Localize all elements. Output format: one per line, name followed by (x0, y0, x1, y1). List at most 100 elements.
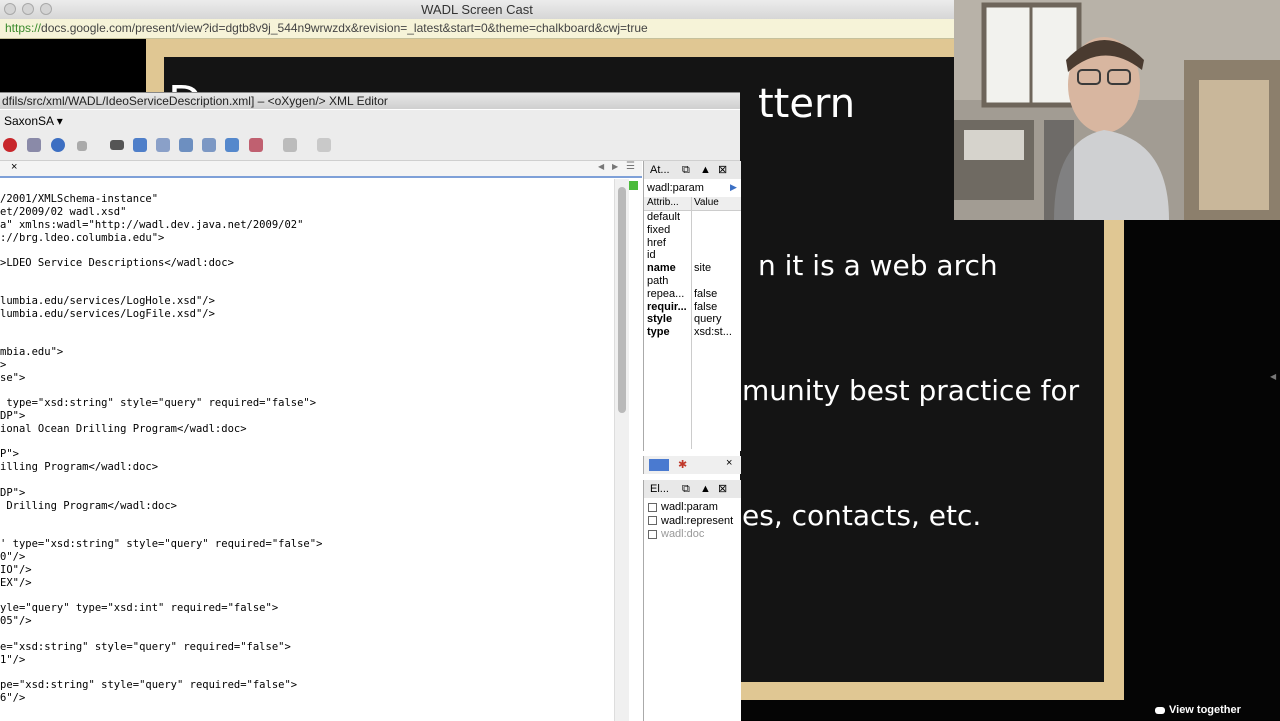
float-panel-icon[interactable]: ⧉ (682, 161, 690, 179)
url-text[interactable]: https://docs.google.com/present/view?id=… (5, 21, 648, 35)
code-line[interactable]: >LDEO Service Descriptions</wadl:doc> (0, 257, 234, 269)
code-line[interactable]: Drilling Program</wadl:doc> (0, 500, 177, 512)
code-line[interactable]: mbia.edu"> (0, 346, 63, 358)
tools-icon[interactable] (317, 138, 331, 152)
value-col-header[interactable]: Value (694, 197, 719, 208)
code-line[interactable]: > (0, 359, 6, 371)
debug-run-icon[interactable] (51, 138, 65, 152)
attribute-row[interactable]: fixed (644, 224, 741, 237)
code-line[interactable]: se"> (0, 372, 25, 384)
attribute-value[interactable]: xsd:st... (694, 326, 732, 338)
stop-icon[interactable] (249, 138, 263, 152)
refresh-icon[interactable] (225, 138, 239, 152)
validate-icon[interactable] (133, 138, 147, 152)
view-together-button[interactable]: View together (1155, 704, 1241, 716)
pin-panel-icon[interactable]: ▲ (700, 161, 711, 179)
code-line[interactable]: ://brg.ldeo.columbia.edu"> (0, 232, 164, 244)
attributes-table-header: Attrib... Value (644, 197, 741, 211)
url-path: docs.google.com/present/view?id=dgtb8v9j… (41, 21, 648, 35)
address-bar[interactable]: https://docs.google.com/present/view?id=… (0, 19, 954, 39)
attribute-value[interactable]: query (694, 313, 722, 325)
element-list-item[interactable]: wadl:represent (648, 515, 733, 527)
element-label: wadl:doc (661, 528, 705, 540)
attribute-row[interactable]: repea... false (644, 288, 741, 301)
tab-next-icon[interactable]: ▶ (612, 162, 618, 171)
code-line[interactable]: lumbia.edu/services/LogFile.xsd"/> (0, 308, 215, 320)
format-indent-icon[interactable] (110, 140, 124, 150)
code-line[interactable]: lumbia.edu/services/LogHole.xsd"/> (0, 295, 215, 307)
attribute-row[interactable]: name site (644, 262, 741, 275)
code-line[interactable]: 0"/> (0, 551, 25, 563)
attribute-row[interactable]: type xsd:st... (644, 326, 741, 339)
code-line[interactable]: e="xsd:string" style="query" required="f… (0, 641, 291, 653)
attributes-panel-header: At... ⧉ ▲ ⊠ (644, 161, 741, 179)
element-icon (648, 502, 657, 512)
run-transform-icon[interactable] (3, 138, 17, 152)
attribute-value[interactable]: false (694, 288, 717, 300)
elements-panel: El... ⧉ ▲ ⊠ wadl:param wadl:represent wadl… (643, 480, 741, 721)
scroll-arrow-icon[interactable]: ◀ (1270, 372, 1276, 381)
attribute-row[interactable]: default (644, 211, 741, 224)
close-strip-icon[interactable]: × (726, 457, 732, 469)
code-line[interactable]: /2001/XMLSchema-instance" (0, 193, 158, 205)
panel-tab-strip: ✱ × (643, 456, 741, 474)
element-list-item[interactable]: wadl:doc (648, 528, 704, 540)
attribute-value[interactable]: false (694, 301, 717, 313)
transform-scenario-select[interactable]: SaxonSA ▾ (4, 110, 63, 132)
code-line[interactable]: IO"/> (0, 564, 32, 576)
attribute-value[interactable]: site (694, 262, 711, 274)
xml-code-area[interactable]: /2001/XMLSchema-instance" et/2009/02 wadl… (0, 179, 614, 721)
editor-title: dfils/src/xml/WADL/IdeoServiceDescriptio… (0, 93, 740, 109)
attr-col-header[interactable]: Attrib... (647, 197, 679, 208)
tab-list-icon[interactable]: ☰ (626, 161, 635, 172)
configure-scenario-icon[interactable] (27, 138, 41, 152)
outline-icon[interactable]: ✱ (678, 458, 687, 471)
url-scheme: https:// (5, 21, 42, 35)
attribute-row[interactable]: href (644, 237, 741, 250)
editor-tab-row: × ◀ ▶ ☰ (0, 161, 642, 178)
attribute-row[interactable]: style query (644, 313, 741, 326)
code-line[interactable]: a" xmlns:wadl="http://wadl.dev.java.net/… (0, 219, 303, 231)
code-line[interactable]: type="xsd:string" style="query" required… (0, 397, 316, 409)
close-elements-icon[interactable]: ⊠ (718, 480, 727, 498)
code-line[interactable]: P"> (0, 448, 19, 460)
code-line[interactable]: 05"/> (0, 615, 32, 627)
code-line[interactable]: pe="xsd:string" style="query" required="… (0, 679, 297, 691)
float-elements-icon[interactable]: ⧉ (682, 480, 690, 498)
close-panel-icon[interactable]: ⊠ (718, 161, 727, 179)
slide-bullet-2: munity best practice for (742, 374, 1080, 407)
expand-arrow-icon[interactable]: ▶ (730, 182, 737, 193)
code-line[interactable]: DP"> (0, 487, 25, 499)
attribute-row[interactable]: path (644, 275, 741, 288)
code-line[interactable]: DP"> (0, 410, 25, 422)
schema-icon[interactable] (179, 138, 193, 152)
comment-icon[interactable] (283, 138, 297, 152)
element-icon (648, 516, 657, 526)
code-line[interactable]: 1"/> (0, 654, 25, 666)
code-line[interactable]: EX"/> (0, 577, 32, 589)
elements-panel-header: El... ⧉ ▲ ⊠ (644, 480, 741, 498)
editor-vertical-scrollbar[interactable] (614, 179, 629, 721)
code-line[interactable]: 6"/> (0, 692, 25, 704)
element-list-item[interactable]: wadl:param (648, 501, 718, 513)
attributes-panel: At... ⧉ ▲ ⊠ wadl:param ▶ Attrib... Value… (643, 161, 741, 451)
record-icon[interactable] (77, 141, 87, 151)
scrollbar-thumb[interactable] (618, 187, 626, 413)
attribute-row[interactable]: requir... false (644, 301, 741, 314)
attribute-name: fixed (647, 223, 671, 236)
editor-toolbar-transform: SaxonSA ▾ (0, 110, 740, 132)
xpath-icon[interactable] (202, 138, 216, 152)
code-line[interactable]: ional Ocean Drilling Program</wadl:doc> (0, 423, 247, 435)
pin-elements-icon[interactable]: ▲ (700, 480, 711, 498)
attribute-row[interactable]: id (644, 249, 741, 262)
view-together-label: View together (1169, 704, 1241, 716)
tree-view-icon[interactable] (649, 459, 669, 471)
close-tab-icon[interactable]: × (11, 161, 17, 173)
tab-prev-icon[interactable]: ◀ (598, 162, 604, 171)
code-line[interactable]: yle="query" type="xsd:int" required="fal… (0, 602, 278, 614)
code-line[interactable]: illing Program</wadl:doc> (0, 461, 158, 473)
check-wellformed-icon[interactable] (156, 138, 170, 152)
code-line[interactable]: et/2009/02 wadl.xsd" (0, 206, 126, 218)
attribute-name: path (647, 275, 669, 287)
code-line[interactable]: ' type="xsd:string" style="query" requir… (0, 538, 322, 550)
